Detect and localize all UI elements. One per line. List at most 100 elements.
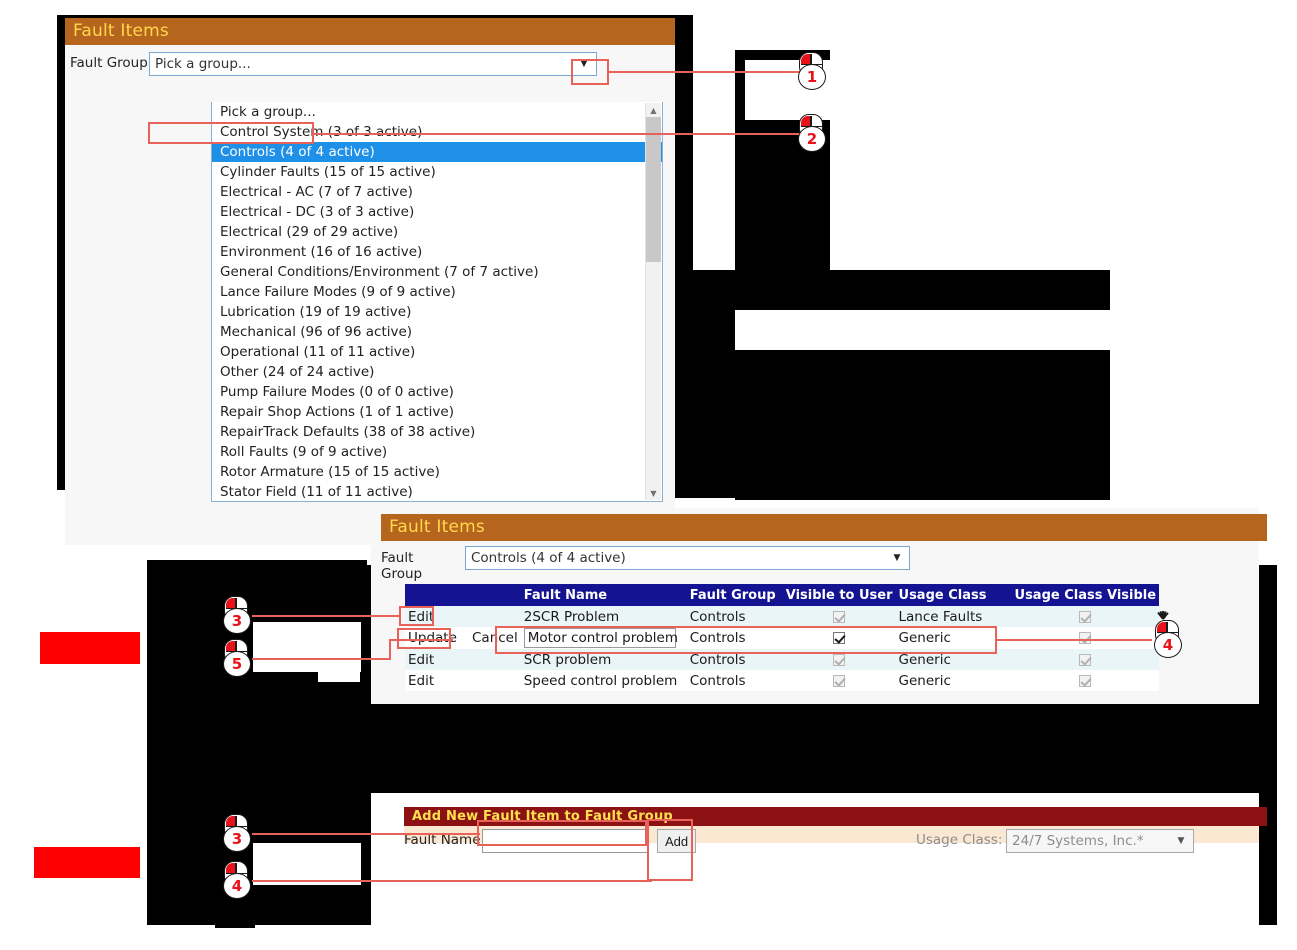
usage-class-selected-value: 24/7 Systems, Inc.* <box>1012 833 1144 849</box>
panel2-title: Fault Items <box>381 514 1267 541</box>
fault-group-option[interactable]: Cylinder Faults (15 of 15 active) <box>212 162 662 182</box>
visible-to-user-checkbox <box>833 653 846 666</box>
fault-group-option[interactable]: Roll Faults (9 of 9 active) <box>212 442 662 462</box>
fault-group-option[interactable]: Mechanical (96 of 96 active) <box>212 322 662 342</box>
fault-group-listbox[interactable]: Pick a group... Control System (3 of 3 ac… <box>211 102 663 502</box>
fault-group-option[interactable]: Repair Shop Actions (1 of 1 active) <box>212 402 662 422</box>
callout-number-5: 5 <box>223 651 251 677</box>
table-row: Edit Speed control problem Controls Generic <box>405 670 1160 691</box>
usage-class-visible-checkbox <box>1079 632 1092 644</box>
cell-action2 <box>469 670 521 691</box>
fault-group-option[interactable]: Pump Failure Modes (0 of 0 active) <box>212 382 662 402</box>
fault-name-text: Speed control problem <box>523 672 678 689</box>
cutout-mid <box>735 310 1110 350</box>
callout-marker-1: 1 <box>796 52 826 90</box>
fault-group-combobox[interactable]: Pick a group... ▼ <box>149 52 597 76</box>
fault-group-option[interactable]: Operational (11 of 11 active) <box>212 342 662 362</box>
add-fault-item-panel: Add New Fault Item to Fault Group Fault … <box>371 793 1267 925</box>
fault-group-option[interactable]: Environment (16 of 16 active) <box>212 242 662 262</box>
fault-group-option[interactable]: Other (24 of 24 active) <box>212 362 662 382</box>
usage-class-combobox[interactable]: 24/7 Systems, Inc.* ▼ <box>1006 829 1194 853</box>
table-header-row: Fault Name Fault Group Visible to User U… <box>405 584 1160 606</box>
cell-fault-group: Controls <box>686 606 783 627</box>
callout-marker-3b: 3 <box>221 814 251 852</box>
col-visible-to-user: Visible to User <box>782 584 896 606</box>
cell-fault-group: Controls <box>686 670 783 691</box>
leader-line-4b <box>252 880 652 882</box>
panel1-title: Fault Items <box>65 18 675 45</box>
fault-group-option[interactable]: Electrical - AC (7 of 7 active) <box>212 182 662 202</box>
fault-group-option[interactable]: General Conditions/Environment (7 of 7 a… <box>212 262 662 282</box>
fault-group-option[interactable]: RepairTrack Defaults (38 of 38 active) <box>212 422 662 442</box>
callout-marker-3a: 3 <box>221 596 251 634</box>
cutout-callout5 <box>318 640 360 682</box>
edit-link[interactable]: Edit <box>408 673 434 689</box>
cutout-callout3b <box>253 843 361 885</box>
panel2-fault-group-selected-value: Controls (4 of 4 active) <box>471 550 626 566</box>
leader-line-3b <box>252 833 480 835</box>
highlight-dropdown-arrow <box>571 59 609 85</box>
highlight-edited-row <box>495 626 997 654</box>
leader-line-3a <box>252 615 400 617</box>
cell-action2 <box>469 606 521 627</box>
col-usage-class-visible: Usage Class Visible <box>1011 584 1160 606</box>
mouse-divider-icon <box>235 640 237 651</box>
panel1-fault-group-label: Fault Group <box>70 55 148 71</box>
usage-class-visible-checkbox <box>1079 610 1092 623</box>
fault-group-option-list[interactable]: Pick a group... Control System (3 of 3 ac… <box>212 102 662 501</box>
fault-group-option[interactable]: Lubrication (19 of 19 active) <box>212 302 662 322</box>
fault-items-panel-1: Fault Items Fault Group Pick a group... … <box>65 18 675 545</box>
leader-line-4 <box>997 639 1152 641</box>
cell-action: Edit <box>405 670 469 691</box>
leader-line-5-h1 <box>252 658 390 660</box>
cell-usage-class: Lance Faults <box>895 606 1012 627</box>
fault-group-option[interactable]: Stator Field (11 of 11 active) <box>212 482 662 501</box>
scroll-up-icon[interactable]: ▲ <box>646 103 661 117</box>
col-usage-class: Usage Class <box>895 584 1012 606</box>
cell-usage-class: Generic <box>895 670 1012 691</box>
scroll-down-icon[interactable]: ▼ <box>646 486 661 500</box>
cell-usage-class-visible <box>1011 606 1160 627</box>
mouse-divider-icon <box>1166 621 1168 632</box>
cell-fault-name: 2SCR Problem <box>520 606 687 627</box>
mouse-divider-icon <box>810 53 812 64</box>
fault-group-selected-value: Pick a group... <box>155 56 251 72</box>
edit-link[interactable]: Edit <box>408 652 434 668</box>
leader-line-1 <box>609 71 801 73</box>
mouse-divider-icon <box>235 862 237 873</box>
fault-items-panel-2: Fault Items Fault Group Controls (4 of 4… <box>371 508 1267 704</box>
callout-marker-4: 4 <box>1152 611 1182 658</box>
fault-group-option[interactable]: Pick a group... <box>212 102 662 122</box>
callout-number-3b: 3 <box>223 826 251 852</box>
col-action2 <box>469 584 521 606</box>
fault-name-text: 2SCR Problem <box>523 608 620 625</box>
visible-to-user-checkbox <box>833 610 846 623</box>
usage-class-label: Usage Class: <box>916 832 1003 848</box>
cell-visible-to-user <box>782 606 896 627</box>
listbox-scrollbar[interactable]: ▲ ▼ <box>645 103 661 500</box>
cell-action: Edit <box>405 649 469 670</box>
col-fault-name: Fault Name <box>520 584 687 606</box>
fault-group-option[interactable]: Controls (4 of 4 active) <box>212 142 662 162</box>
callout-marker-4b: 4 <box>221 861 251 899</box>
fault-group-option[interactable]: Lance Failure Modes (9 of 9 active) <box>212 282 662 302</box>
chevron-down-icon[interactable]: ▼ <box>1169 830 1193 852</box>
fault-group-option[interactable]: Rotor Armature (15 of 15 active) <box>212 462 662 482</box>
callout-number-3a: 3 <box>223 608 251 634</box>
usage-class-visible-checkbox <box>1079 653 1092 666</box>
col-fault-group: Fault Group <box>686 584 783 606</box>
chevron-down-icon[interactable]: ▼ <box>885 547 909 569</box>
callout-number-4: 4 <box>1154 632 1182 658</box>
callout-number-4b: 4 <box>223 873 251 899</box>
callout-number-2: 2 <box>798 126 826 152</box>
fault-group-option[interactable]: Electrical - DC (3 of 3 active) <box>212 202 662 222</box>
panel2-fault-group-combobox[interactable]: Controls (4 of 4 active) ▼ <box>465 546 910 570</box>
redaction-bar-upper <box>40 632 140 664</box>
fault-group-option[interactable]: Electrical (29 of 29 active) <box>212 222 662 242</box>
callout-number-1: 1 <box>798 64 826 90</box>
callout-marker-2: 2 <box>796 114 826 152</box>
scrollbar-thumb[interactable] <box>646 117 661 262</box>
leader-line-5-v <box>389 639 391 660</box>
cell-usage-class-visible <box>1011 649 1160 670</box>
cell-usage-class-visible <box>1011 670 1160 691</box>
